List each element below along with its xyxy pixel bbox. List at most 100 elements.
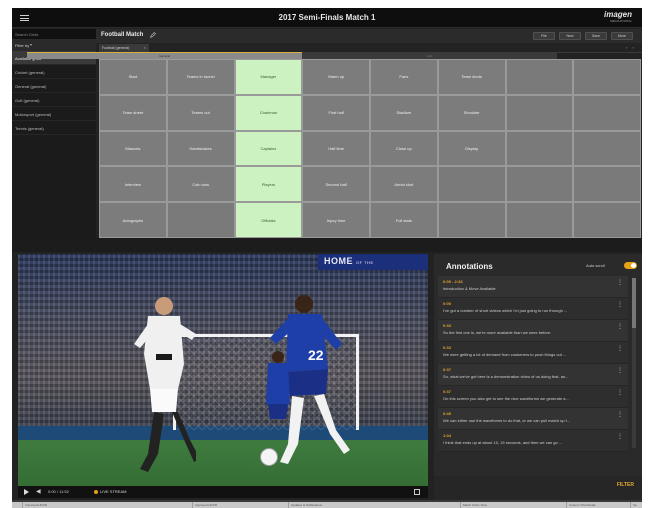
- banner-subtext: OF THE: [356, 260, 374, 265]
- grid-cell-chairman[interactable]: Chairman: [234, 94, 303, 131]
- grid-cell-empty[interactable]: [573, 202, 641, 238]
- more-options-icon[interactable]: ⋮: [617, 302, 623, 308]
- grid-cell-handshakes[interactable]: Handshakes: [166, 130, 235, 167]
- grid-cell-injury-time[interactable]: Injury time: [302, 202, 370, 238]
- grid-cell-empty[interactable]: [573, 94, 641, 131]
- annotation-item[interactable]: 0:33 So the first one is, we're more avai…: [438, 320, 628, 342]
- sidebar-item-tennis[interactable]: Tennis (general): [12, 121, 96, 135]
- bottom-tab-4[interactable]: Match Order View: [460, 502, 560, 508]
- grid-cell-autographs[interactable]: Autographs: [99, 202, 167, 238]
- more-button[interactable]: More: [611, 32, 633, 40]
- grid-cell-interview[interactable]: Interview: [99, 166, 167, 203]
- grid-cell-aerial-shot[interactable]: Aerial shot: [370, 166, 438, 203]
- tab-controls[interactable]: ▪ ▪: [626, 45, 636, 50]
- grid-cell-full-stats[interactable]: Full stats: [370, 202, 438, 238]
- annotation-text: Introduction & Move Available: [443, 286, 496, 291]
- more-options-icon[interactable]: ⋮: [617, 280, 623, 286]
- annotation-time: 0:33: [443, 323, 452, 328]
- grid-cell-team-shots[interactable]: Team shots: [437, 59, 506, 95]
- filter-label: Filter by: [15, 43, 30, 48]
- grid-cell-empty[interactable]: [505, 94, 574, 131]
- scrollbar-thumb[interactable]: [632, 278, 636, 328]
- annotation-item[interactable]: 0:00 - 2:33 Introduction & Move Available…: [438, 276, 628, 298]
- bottom-tab-5[interactable]: Custom Thumbnails: [566, 502, 626, 508]
- sidebar-item-cricket[interactable]: Cricket (general): [12, 65, 96, 79]
- grid-cell-empty[interactable]: [505, 130, 574, 167]
- annotation-item[interactable]: 0:00 I've got a number of short videos wh…: [438, 298, 628, 320]
- more-options-icon[interactable]: ⋮: [617, 434, 623, 440]
- grid-cell-empty[interactable]: [505, 202, 574, 238]
- grid-cell-team-sheet[interactable]: Team sheet: [99, 94, 167, 131]
- more-options-icon[interactable]: ⋮: [617, 412, 623, 418]
- annotation-scrollbar[interactable]: [632, 278, 636, 448]
- annotation-time: 1:04: [443, 433, 452, 438]
- auto-scroll-toggle[interactable]: [624, 262, 637, 269]
- annotation-item[interactable]: 0:37 On this screen you also get to see t…: [438, 386, 628, 408]
- grid-cell-display[interactable]: Display: [437, 130, 506, 167]
- bottom-tab-3[interactable]: Updates & Notifications: [288, 502, 448, 508]
- hamburger-menu-icon[interactable]: [20, 15, 29, 21]
- annotation-time: 0:37: [443, 389, 452, 394]
- grid-cell-half-time[interactable]: Half time: [302, 130, 370, 167]
- grid-cell-captains[interactable]: Captains: [234, 130, 303, 167]
- sidebar-item-golf[interactable]: Golf (general): [12, 93, 96, 107]
- grid-cell-empty[interactable]: [505, 166, 574, 203]
- grid-cell-teams-out[interactable]: Teams out: [166, 94, 235, 131]
- annotations-panel: Annotations Auto scroll 0:00 - 2:33 Intro…: [434, 254, 642, 500]
- grid-cell-empty[interactable]: [573, 166, 641, 203]
- grid-cell-officials[interactable]: Officials: [234, 202, 303, 238]
- grid-cell-first-half[interactable]: First half: [302, 94, 370, 131]
- play-icon[interactable]: [24, 489, 29, 495]
- annotation-text: So, what we've got here is a demonstrati…: [443, 374, 569, 379]
- tab-label: Football (general): [102, 46, 130, 50]
- grid-cell-empty[interactable]: [505, 59, 574, 95]
- video-timecode: 0:00 / 11:52: [48, 489, 69, 494]
- grid-cell-empty[interactable]: [573, 130, 641, 167]
- sidebar-item-motorsport[interactable]: Motorsport (general): [12, 107, 96, 121]
- grid-cell-empty[interactable]: [437, 166, 506, 203]
- grid-cell-players[interactable]: Players: [234, 166, 303, 203]
- close-icon[interactable]: ×: [144, 45, 146, 50]
- filter-button[interactable]: FILTER: [617, 482, 634, 488]
- auto-scroll-label: Auto scroll: [586, 263, 605, 268]
- bottom-tab-6[interactable]: Sp: [630, 502, 642, 508]
- grid-cell-empty[interactable]: [573, 59, 641, 95]
- grid-cell-empty[interactable]: [437, 202, 506, 238]
- grid-cell-second-half[interactable]: Second half: [302, 166, 370, 203]
- filter-dropdown[interactable]: Filter by ▾: [12, 40, 96, 51]
- more-options-icon[interactable]: ⋮: [617, 324, 623, 330]
- annotation-item[interactable]: 0:45 We can either use the waveforms to d…: [438, 408, 628, 430]
- sidebar-item-general[interactable]: General (general): [12, 79, 96, 93]
- annotation-item[interactable]: 1:04 I think that ends up at about 10, 15…: [438, 430, 628, 452]
- save-button[interactable]: Save: [585, 32, 607, 40]
- player-blue-background: [266, 351, 290, 419]
- grid-cell-teams-in-tunnel[interactable]: Teams in tunnel: [166, 59, 235, 95]
- annotation-item[interactable]: 0:33 We were getting a lot of demand from…: [438, 342, 628, 364]
- tab-football-general[interactable]: Football (general) ×: [99, 44, 149, 52]
- file-button[interactable]: File: [533, 32, 555, 40]
- pencil-icon[interactable]: [150, 32, 156, 38]
- more-options-icon[interactable]: ⋮: [617, 368, 623, 374]
- grid-cell-empty[interactable]: [166, 202, 235, 238]
- logo: imagen MEDIA PORTAL: [604, 11, 632, 24]
- grid-cell-start[interactable]: Start: [99, 59, 167, 95]
- new-button[interactable]: New: [559, 32, 581, 40]
- annotation-item[interactable]: 0:37 So, what we've got here is a demonst…: [438, 364, 628, 386]
- bottom-tab-strip: Improved HOVR Improved HOVR Updates & No…: [12, 502, 642, 508]
- grid-cell-shoulder[interactable]: Shoulder: [437, 94, 506, 131]
- grid-cell-close-up[interactable]: Close up: [370, 130, 438, 167]
- grid-search-input[interactable]: Search Grids: [12, 29, 96, 40]
- more-options-icon[interactable]: ⋮: [617, 390, 623, 396]
- grid-cell-fans[interactable]: Fans: [370, 59, 438, 95]
- grid-cell-stadium[interactable]: Stadium: [370, 94, 438, 131]
- grid-cell-coin-toss[interactable]: Coin toss: [166, 166, 235, 203]
- bottom-tab-2[interactable]: Improved HOVR: [192, 502, 282, 508]
- fullscreen-icon[interactable]: [414, 489, 420, 495]
- video-player[interactable]: HOME OF THE 22: [18, 254, 428, 486]
- grid-cell-warm-up[interactable]: Warm up: [302, 59, 370, 95]
- grid-cell-mascots[interactable]: Mascots: [99, 130, 167, 167]
- bottom-tab-1[interactable]: Improved HOVR: [22, 502, 92, 508]
- volume-icon[interactable]: ◀: [36, 489, 41, 495]
- more-options-icon[interactable]: ⋮: [617, 346, 623, 352]
- grid-cell-manager[interactable]: Manager: [234, 59, 303, 95]
